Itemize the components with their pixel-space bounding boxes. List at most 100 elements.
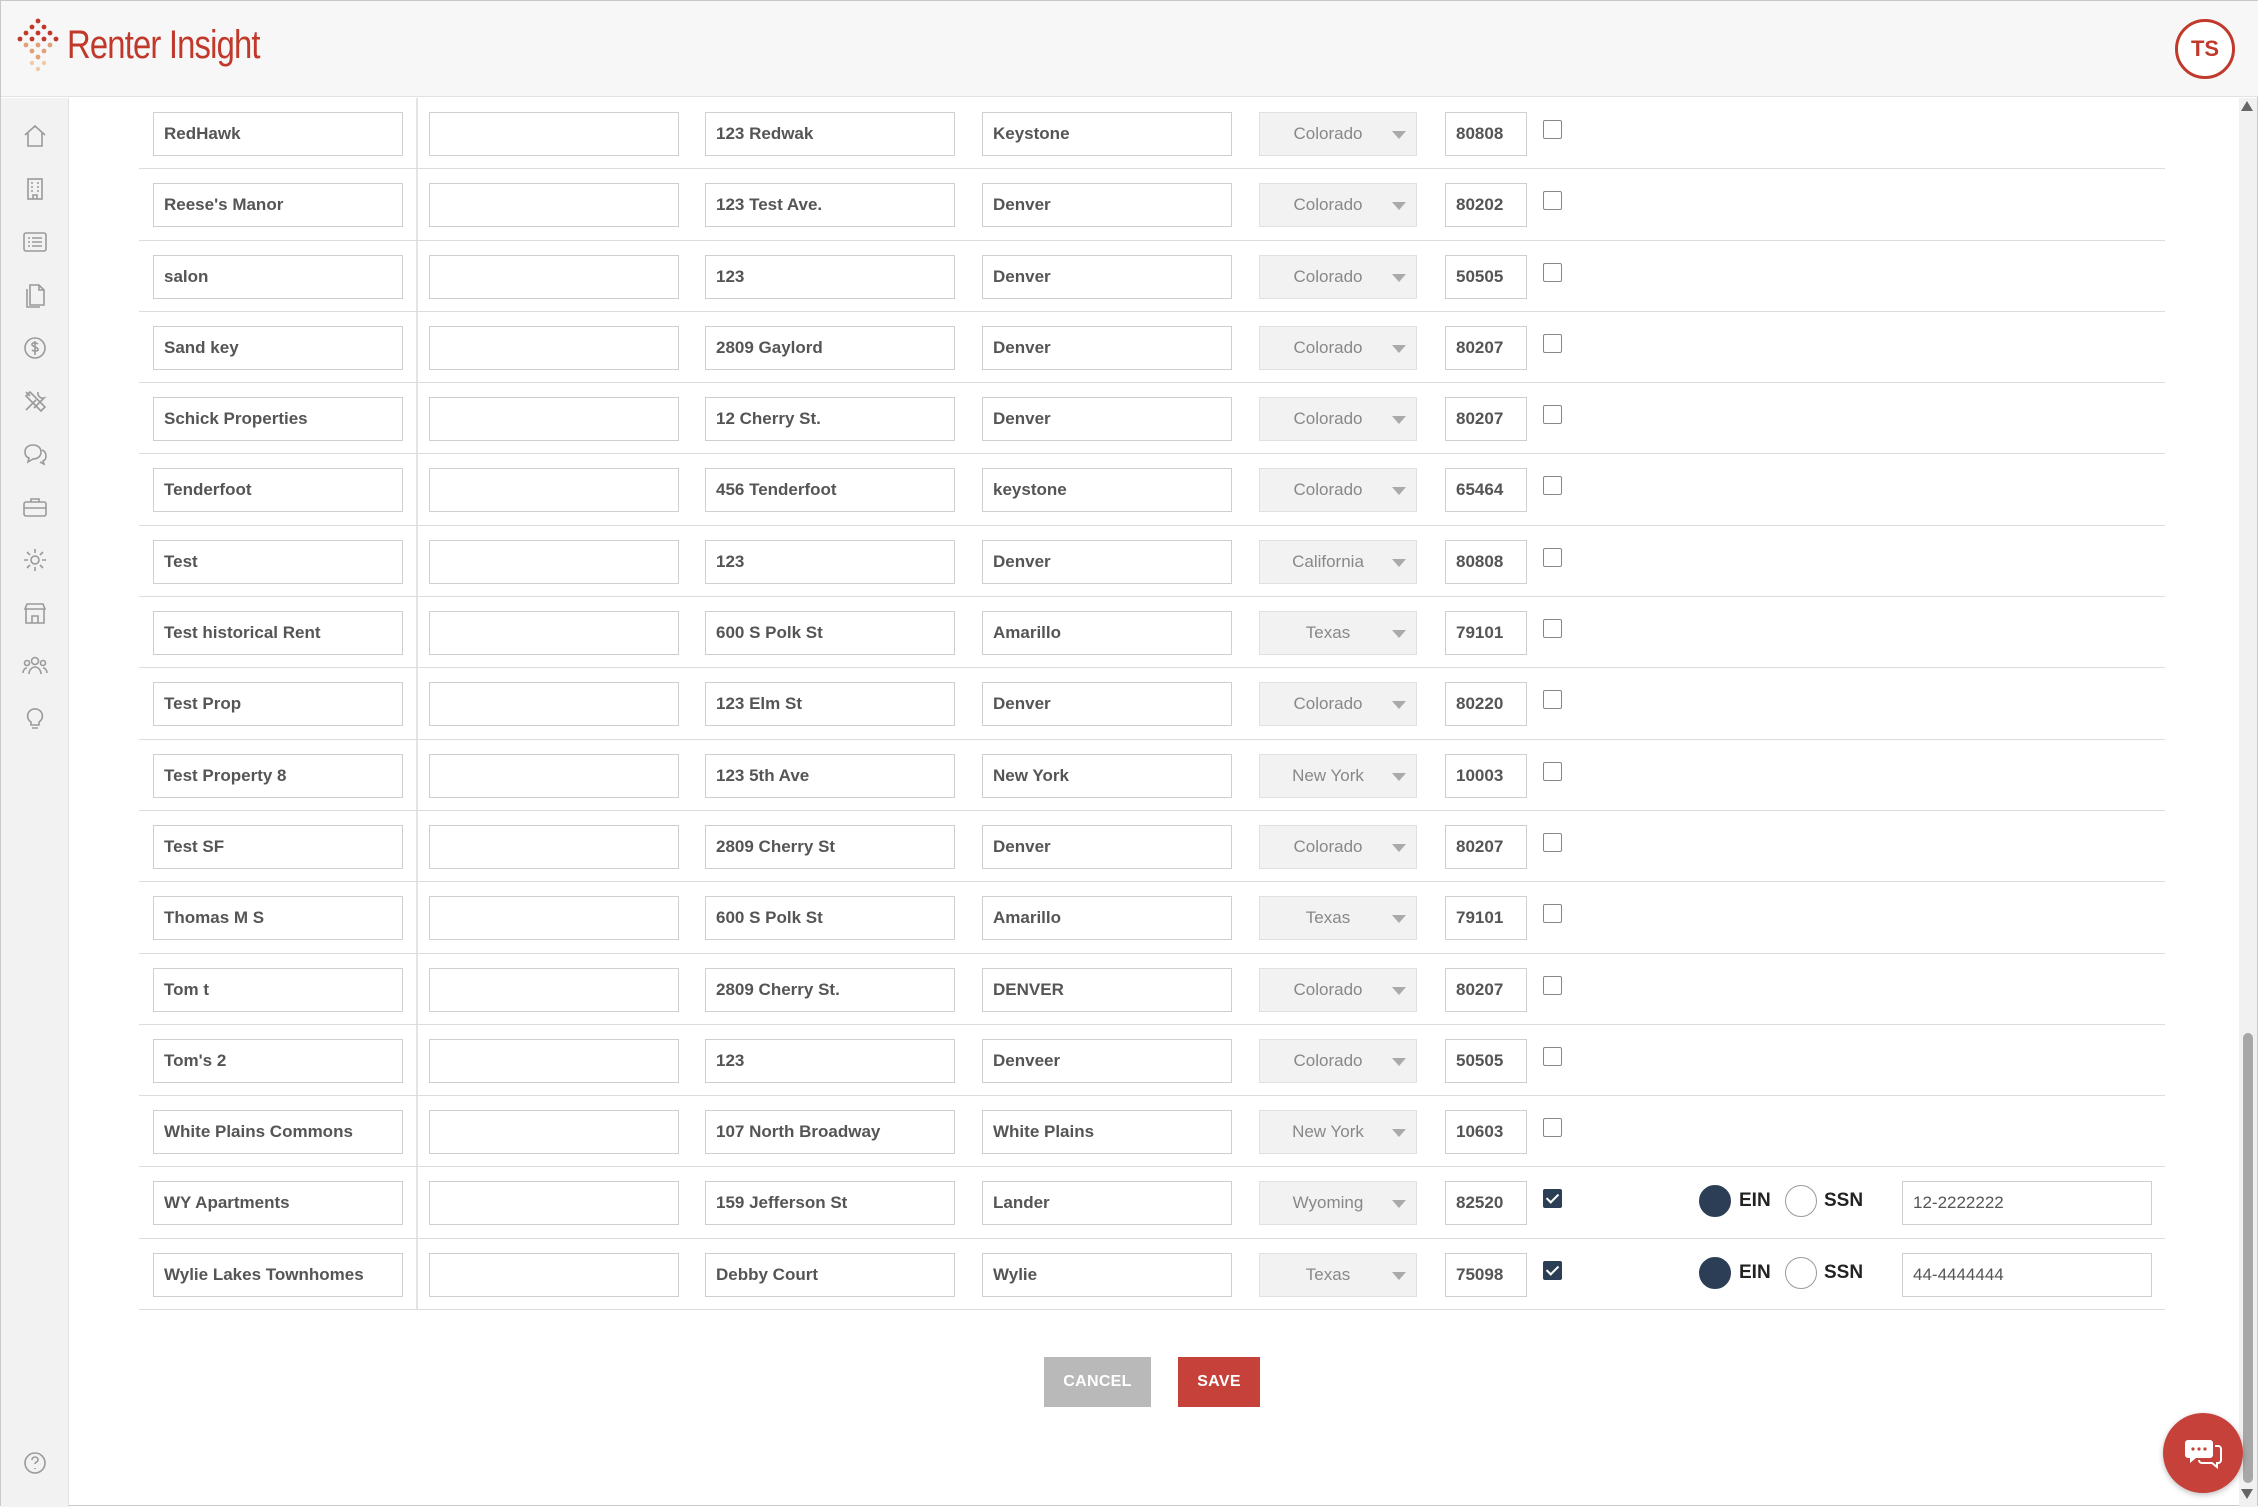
ein-radio[interactable] [1699,1256,1731,1289]
zip-input[interactable]: 65464 [1445,468,1527,513]
ein-radio[interactable] [1699,1185,1731,1218]
scroll-down-arrow-icon[interactable] [2241,1489,2253,1499]
state-select[interactable]: California [1259,539,1417,584]
address-input[interactable]: Debby Court [705,1252,955,1297]
property-name-input[interactable]: White Plains Commons [153,1110,403,1155]
city-input[interactable]: Denver [982,539,1232,584]
row-checkbox[interactable] [1543,405,1562,425]
property-extra-input[interactable] [429,1181,679,1226]
property-name-input[interactable]: Schick Properties [153,397,403,442]
zip-input[interactable]: 80207 [1445,325,1527,370]
row-checkbox[interactable] [1543,120,1562,139]
help-icon[interactable] [19,1447,51,1479]
property-name-input[interactable]: Test SF [153,824,403,869]
row-checkbox[interactable] [1543,690,1562,710]
state-select[interactable]: Colorado [1259,112,1417,156]
address-input[interactable]: 123 5th Ave [705,753,955,798]
zip-input[interactable]: 10003 [1445,753,1527,798]
property-extra-input[interactable] [429,896,679,941]
zip-input[interactable]: 75098 [1445,1252,1527,1297]
property-name-input[interactable]: Test [153,539,403,584]
city-input[interactable]: Lander [982,1181,1232,1226]
address-input[interactable]: 159 Jefferson St [705,1181,955,1226]
row-checkbox[interactable] [1543,262,1562,282]
zip-input[interactable]: 80202 [1445,183,1527,228]
state-select[interactable]: Colorado [1259,468,1417,513]
property-extra-input[interactable] [429,325,679,370]
state-select[interactable]: Texas [1259,611,1417,656]
state-select[interactable]: Colorado [1259,682,1417,727]
scrollbar-thumb[interactable] [2243,1033,2253,1483]
user-avatar[interactable]: TS [2175,19,2235,79]
address-input[interactable]: 600 S Polk St [705,611,955,656]
property-name-input[interactable]: RedHawk [153,112,403,156]
address-input[interactable]: 123 [705,539,955,584]
row-checkbox[interactable] [1543,1046,1562,1066]
city-input[interactable]: Denver [982,325,1232,370]
address-input[interactable]: 107 North Broadway [705,1110,955,1155]
city-input[interactable]: Denveer [982,1038,1232,1083]
logo[interactable]: Renter Insight [15,17,302,73]
dollar-icon[interactable] [19,332,51,364]
property-extra-input[interactable] [429,1252,679,1297]
row-checkbox[interactable] [1543,547,1562,567]
property-name-input[interactable]: WY Apartments [153,1181,403,1226]
zip-input[interactable]: 80808 [1445,539,1527,584]
zip-input[interactable]: 50505 [1445,1038,1527,1083]
state-select[interactable]: Colorado [1259,1038,1417,1083]
list-icon[interactable] [19,226,51,258]
state-select[interactable]: Colorado [1259,325,1417,370]
property-extra-input[interactable] [429,967,679,1012]
zip-input[interactable]: 50505 [1445,254,1527,299]
lightbulb-icon[interactable] [19,703,51,735]
property-extra-input[interactable] [429,1110,679,1155]
home-icon[interactable] [19,120,51,152]
row-checkbox[interactable] [1543,761,1562,781]
property-extra-input[interactable] [429,183,679,228]
state-select[interactable]: Colorado [1259,967,1417,1012]
city-input[interactable]: DENVER [982,967,1232,1012]
scroll-up-arrow-icon[interactable] [2241,101,2253,111]
zip-input[interactable]: 80207 [1445,824,1527,869]
address-input[interactable]: 123 Redwak [705,112,955,156]
row-checkbox[interactable] [1543,1260,1562,1280]
city-input[interactable]: keystone [982,468,1232,513]
row-checkbox[interactable] [1543,191,1562,211]
building-icon[interactable] [19,173,51,205]
ssn-radio[interactable] [1785,1185,1817,1218]
property-name-input[interactable]: Wylie Lakes Townhomes [153,1252,403,1297]
property-extra-input[interactable] [429,1038,679,1083]
property-extra-input[interactable] [429,112,679,156]
property-name-input[interactable]: Tom t [153,967,403,1012]
row-checkbox[interactable] [1543,832,1562,852]
property-name-input[interactable]: Test Prop [153,682,403,727]
address-input[interactable]: 2809 Cherry St. [705,967,955,1012]
property-extra-input[interactable] [429,682,679,727]
zip-input[interactable]: 10603 [1445,1110,1527,1155]
zip-input[interactable]: 80207 [1445,967,1527,1012]
state-select[interactable]: Texas [1259,1252,1417,1297]
address-input[interactable]: 600 S Polk St [705,896,955,941]
state-select[interactable]: New York [1259,753,1417,798]
gear-icon[interactable] [19,544,51,576]
briefcase-icon[interactable] [19,491,51,523]
city-input[interactable]: Denver [982,183,1232,228]
state-select[interactable]: Wyoming [1259,1181,1417,1226]
people-icon[interactable] [19,650,51,682]
city-input[interactable]: White Plains [982,1110,1232,1155]
state-select[interactable]: Colorado [1259,397,1417,442]
tax-id-input[interactable]: 44-4444444 [1902,1252,2152,1297]
city-input[interactable]: New York [982,753,1232,798]
state-select[interactable]: Colorado [1259,254,1417,299]
address-input[interactable]: 123 [705,254,955,299]
zip-input[interactable]: 80207 [1445,397,1527,442]
property-name-input[interactable]: Tom's 2 [153,1038,403,1083]
city-input[interactable]: Amarillo [982,611,1232,656]
property-name-input[interactable]: Test historical Rent [153,611,403,656]
chat-bubbles-icon[interactable] [19,438,51,470]
property-extra-input[interactable] [429,824,679,869]
property-name-input[interactable]: Reese's Manor [153,183,403,228]
chat-launcher-button[interactable] [2163,1413,2243,1493]
property-name-input[interactable]: Test Property 8 [153,753,403,798]
property-extra-input[interactable] [429,397,679,442]
